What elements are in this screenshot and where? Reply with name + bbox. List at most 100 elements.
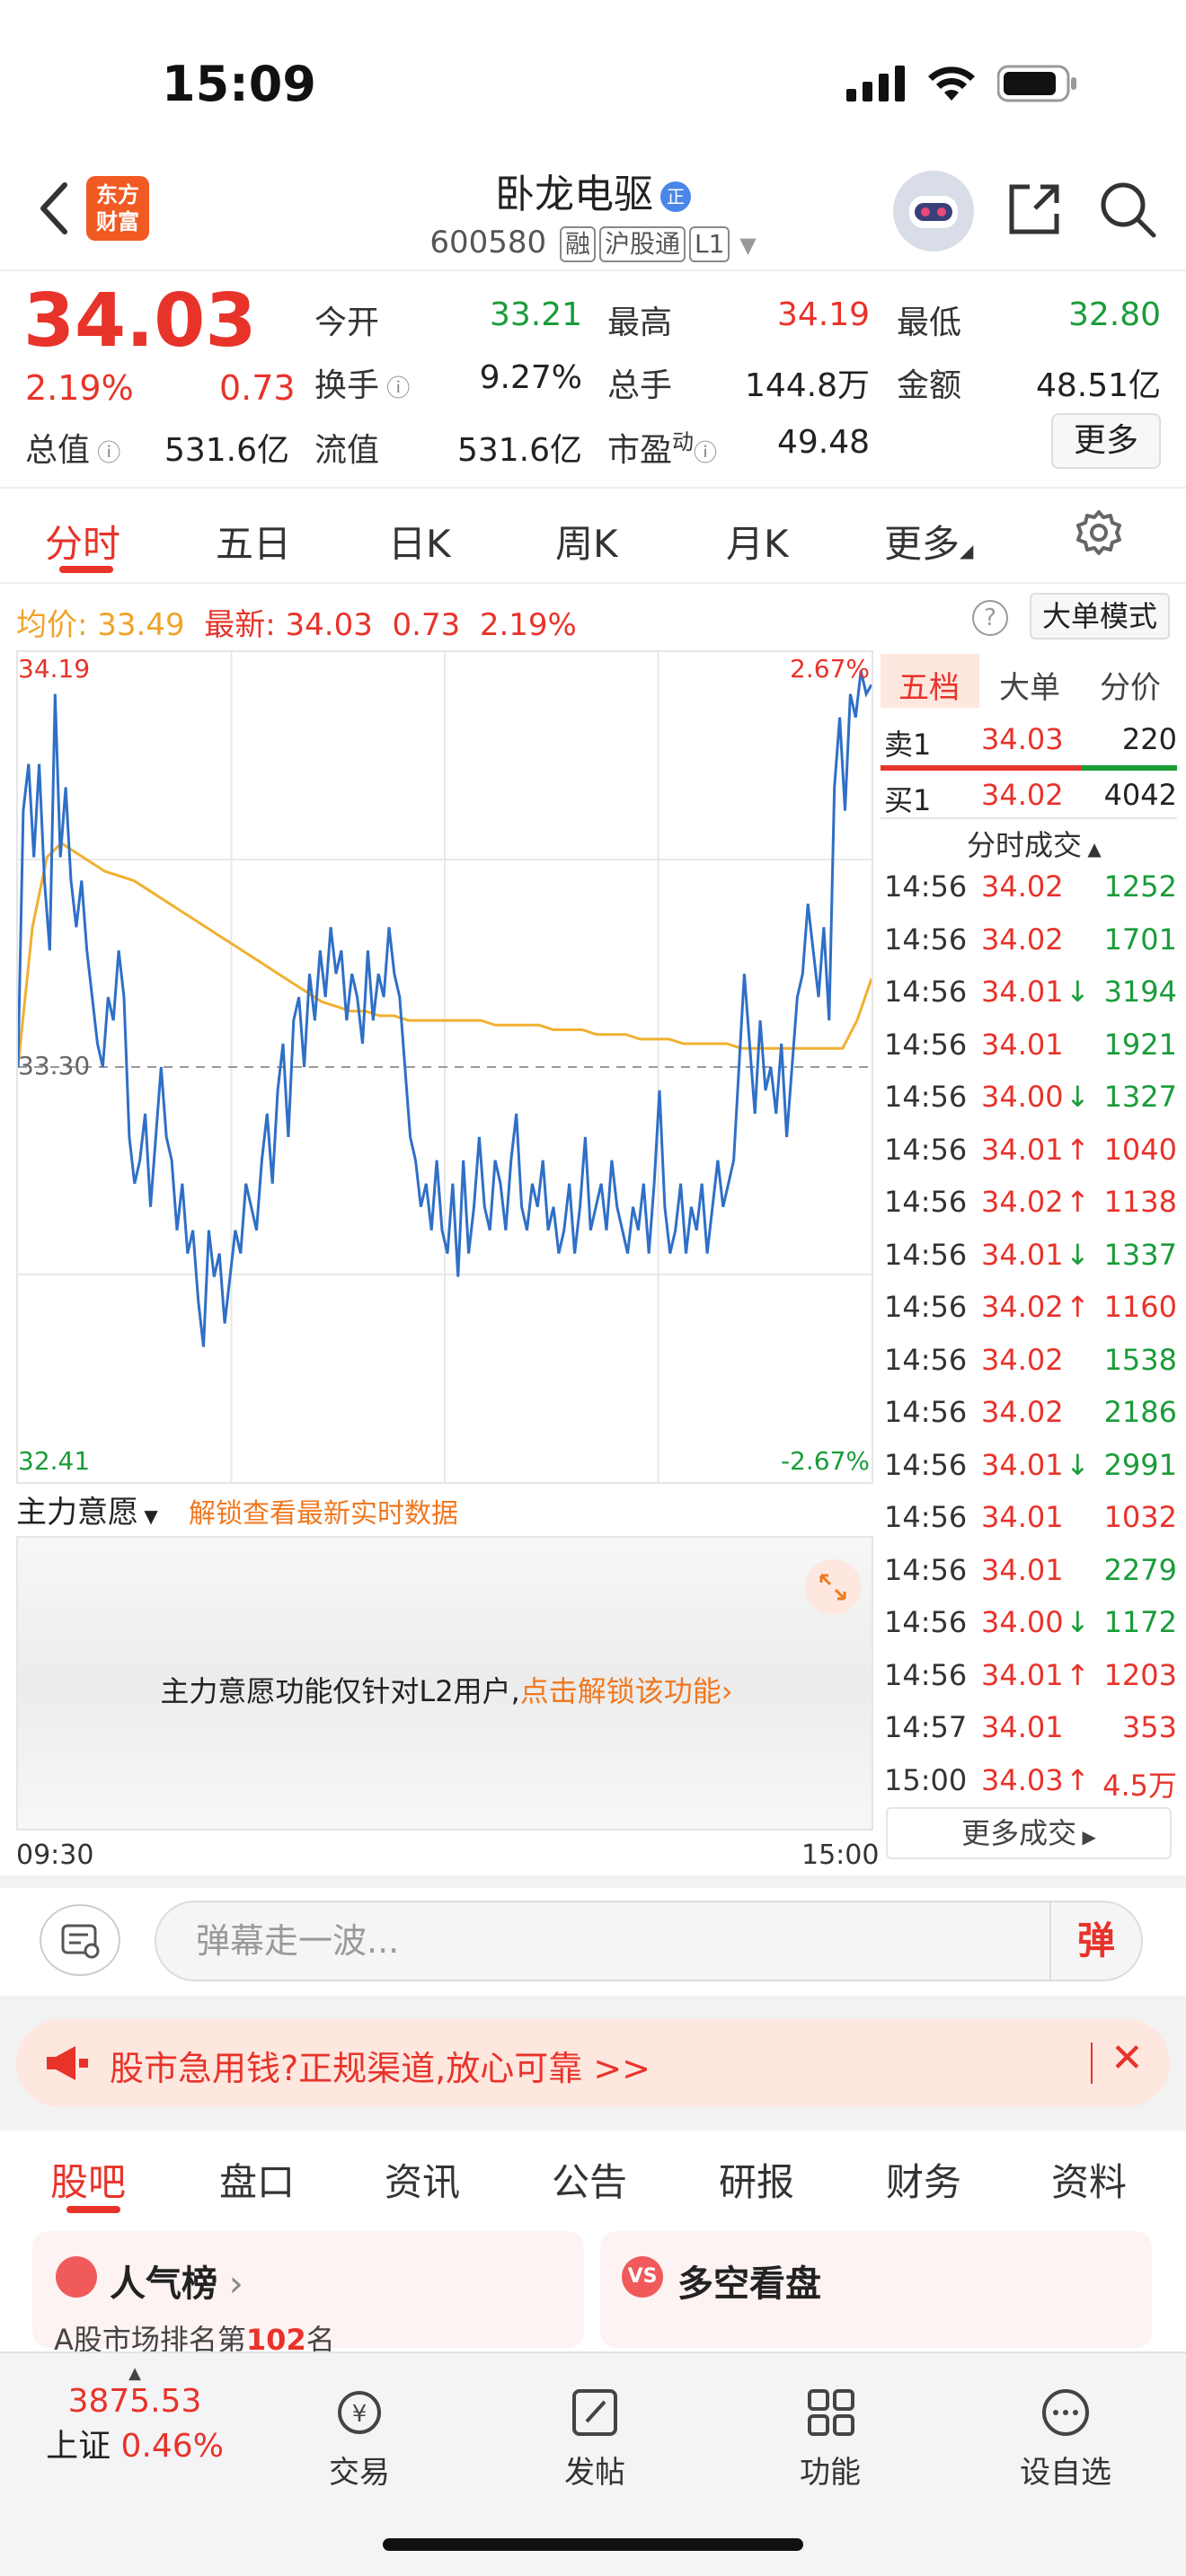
trade-arrow: ↑ <box>1066 1657 1090 1692</box>
trade-time: 14:56 <box>884 1605 968 1639</box>
ad-banner[interactable]: 股市急用钱?正规渠道,放心可靠 >> ✕ <box>16 2019 1170 2107</box>
close-icon[interactable]: ✕ <box>1111 2035 1144 2081</box>
svg-text:¥: ¥ <box>352 2401 367 2428</box>
ad-text[interactable]: 股市急用钱?正规渠道,放心可靠 >> <box>110 2041 651 2090</box>
nav-add-watchlist[interactable]: 设自选 <box>976 2386 1155 2492</box>
ranking-icon <box>56 2256 97 2298</box>
turnover-label[interactable]: 换手 ⓘ <box>314 359 410 406</box>
tab-daily-k[interactable]: 日K <box>388 514 451 569</box>
tab-five-levels[interactable]: 五档 <box>898 663 960 707</box>
turnover-value: 9.27% <box>479 359 582 396</box>
pe-label[interactable]: 市盈动ⓘ <box>607 424 717 471</box>
high-value: 34.19 <box>776 296 870 333</box>
trade-time: 14:56 <box>884 1500 968 1534</box>
tab-handicap[interactable]: 盘口 <box>219 2152 295 2207</box>
amount-value: 48.51亿 <box>1035 367 1161 404</box>
trade-time: 14:56 <box>884 922 968 957</box>
trade-price: 34.00 <box>981 1080 1064 1114</box>
trade-arrow: ↓ <box>1066 975 1090 1009</box>
trade-row: 14:56 34.01 1921 <box>881 1028 1177 1081</box>
index-ticker[interactable]: ▲ 3875.53 上证 0.46% <box>36 2364 234 2466</box>
nav-trade[interactable]: ¥ 交易 <box>270 2386 449 2492</box>
trade-price: 34.01 <box>981 1552 1064 1587</box>
gear-icon[interactable] <box>1075 508 1123 557</box>
trade-price: 34.01 <box>981 1027 1064 1062</box>
robot-assistant-icon[interactable] <box>893 171 974 251</box>
trade-arrow: ↑ <box>1066 1132 1090 1167</box>
intraday-chart[interactable]: 34.19 33.30 32.41 2.67% -2.67% <box>16 650 873 1484</box>
tab-news[interactable]: 资讯 <box>385 2152 460 2207</box>
volume-value: 144.8万 <box>744 367 870 404</box>
tab-weekly-k[interactable]: 周K <box>555 514 618 569</box>
float-cap-label: 流值 <box>314 432 380 469</box>
trade-volume: 1337 <box>1103 1237 1177 1272</box>
trade-time: 14:56 <box>884 1395 968 1429</box>
signal-icon <box>846 66 905 101</box>
open-value: 33.21 <box>489 296 582 333</box>
trade-price: 34.01 <box>981 1657 1064 1692</box>
tab-forum[interactable]: 股吧 <box>50 2152 126 2207</box>
big-order-mode-button[interactable]: 大单模式 <box>1030 593 1170 640</box>
tab-monthly-k[interactable]: 月K <box>726 514 789 569</box>
popularity-card[interactable]: 人气榜 › A股市场排名第102名 <box>32 2231 584 2357</box>
trade-time: 14:56 <box>884 1237 968 1272</box>
market-cap-value: 531.6亿 <box>164 432 289 469</box>
trade-price: 34.01 <box>981 1447 1064 1482</box>
trade-row: 14:56 34.02 ↑ 1138 <box>881 1185 1177 1238</box>
nav-post[interactable]: 发帖 <box>505 2386 685 2492</box>
info-icon[interactable]: ⓘ <box>379 375 410 402</box>
trade-time: 14:56 <box>884 1657 968 1692</box>
danmaku-send-button[interactable]: 弹 <box>1049 1902 1141 1980</box>
trade-volume: 1538 <box>1103 1342 1177 1377</box>
tab-more[interactable]: 更多◢ <box>884 514 973 569</box>
battery-icon <box>997 65 1076 102</box>
market-cap-label[interactable]: 总值 ⓘ <box>25 424 120 471</box>
tab-finance[interactable]: 财务 <box>886 2152 961 2207</box>
main-force-selector[interactable]: 主力意愿 ▼ <box>16 1487 158 1531</box>
danmaku-toggle-icon[interactable] <box>40 1904 120 1976</box>
help-icon[interactable]: ? <box>972 600 1008 636</box>
nav-functions[interactable]: 功能 <box>740 2386 920 2492</box>
avg-price: 33.49 <box>97 607 185 643</box>
tab-research[interactable]: 研报 <box>719 2152 794 2207</box>
trade-price: 34.01 <box>981 1500 1064 1534</box>
tab-announcements[interactable]: 公告 <box>552 2152 627 2207</box>
tab-five-day[interactable]: 五日 <box>216 514 291 569</box>
home-indicator <box>383 2538 803 2551</box>
trade-row: 14:56 34.01 ↑ 1203 <box>881 1658 1177 1711</box>
trade-volume: 1327 <box>1103 1080 1177 1114</box>
trade-time: 15:00 <box>884 1762 968 1797</box>
intraday-chart-svg <box>18 652 872 1482</box>
chevron-down-icon[interactable]: ▼ <box>739 233 756 258</box>
edit-icon <box>572 2389 617 2436</box>
trade-row: 14:56 34.01 2279 <box>881 1553 1177 1606</box>
popularity-title: 人气榜 › <box>110 2263 243 2305</box>
tab-big-orders[interactable]: 大单 <box>999 663 1060 707</box>
trade-arrow: ↑ <box>1066 1762 1090 1797</box>
trade-arrow: ↓ <box>1066 1237 1090 1272</box>
info-icon[interactable]: ⓘ <box>90 440 120 467</box>
divider <box>1091 2042 1093 2084</box>
unlock-realtime-link[interactable]: 解锁查看最新实时数据 <box>189 1491 458 1531</box>
long-short-card[interactable]: VS 多空看盘 <box>600 2231 1152 2348</box>
trades-header[interactable]: 分时成交 ▲ <box>967 823 1102 864</box>
tab-profile[interactable]: 资料 <box>1051 2152 1127 2207</box>
info-icon[interactable]: ⓘ <box>694 440 717 467</box>
price-info-row: 均价: 33.49 最新: 34.03 0.73 2.19% <box>16 607 577 643</box>
tab-intraday[interactable]: 分时 <box>45 514 120 569</box>
trade-row: 14:56 34.01 ↓ 2991 <box>881 1448 1177 1501</box>
trade-time: 14:56 <box>884 1132 968 1167</box>
unlock-feature-link[interactable]: 点击解锁该功能 <box>520 1674 721 1708</box>
more-fields-button[interactable]: 更多 <box>1051 413 1161 469</box>
y-bottom-label: 32.41 <box>18 1446 91 1476</box>
danmaku-input[interactable]: 弹幕走一波... <box>155 1901 1143 1981</box>
trade-time: 14:56 <box>884 1185 968 1219</box>
expand-icon[interactable] <box>805 1559 861 1615</box>
sell-bar <box>881 765 1082 771</box>
more-trades-button[interactable]: 更多成交 ▶ <box>886 1807 1172 1859</box>
search-icon[interactable] <box>1098 180 1157 239</box>
trade-row: 14:56 34.01 ↑ 1040 <box>881 1133 1177 1186</box>
trade-time: 14:56 <box>884 1342 968 1377</box>
share-icon[interactable] <box>1005 180 1064 239</box>
tab-price-dist[interactable]: 分价 <box>1100 663 1161 707</box>
